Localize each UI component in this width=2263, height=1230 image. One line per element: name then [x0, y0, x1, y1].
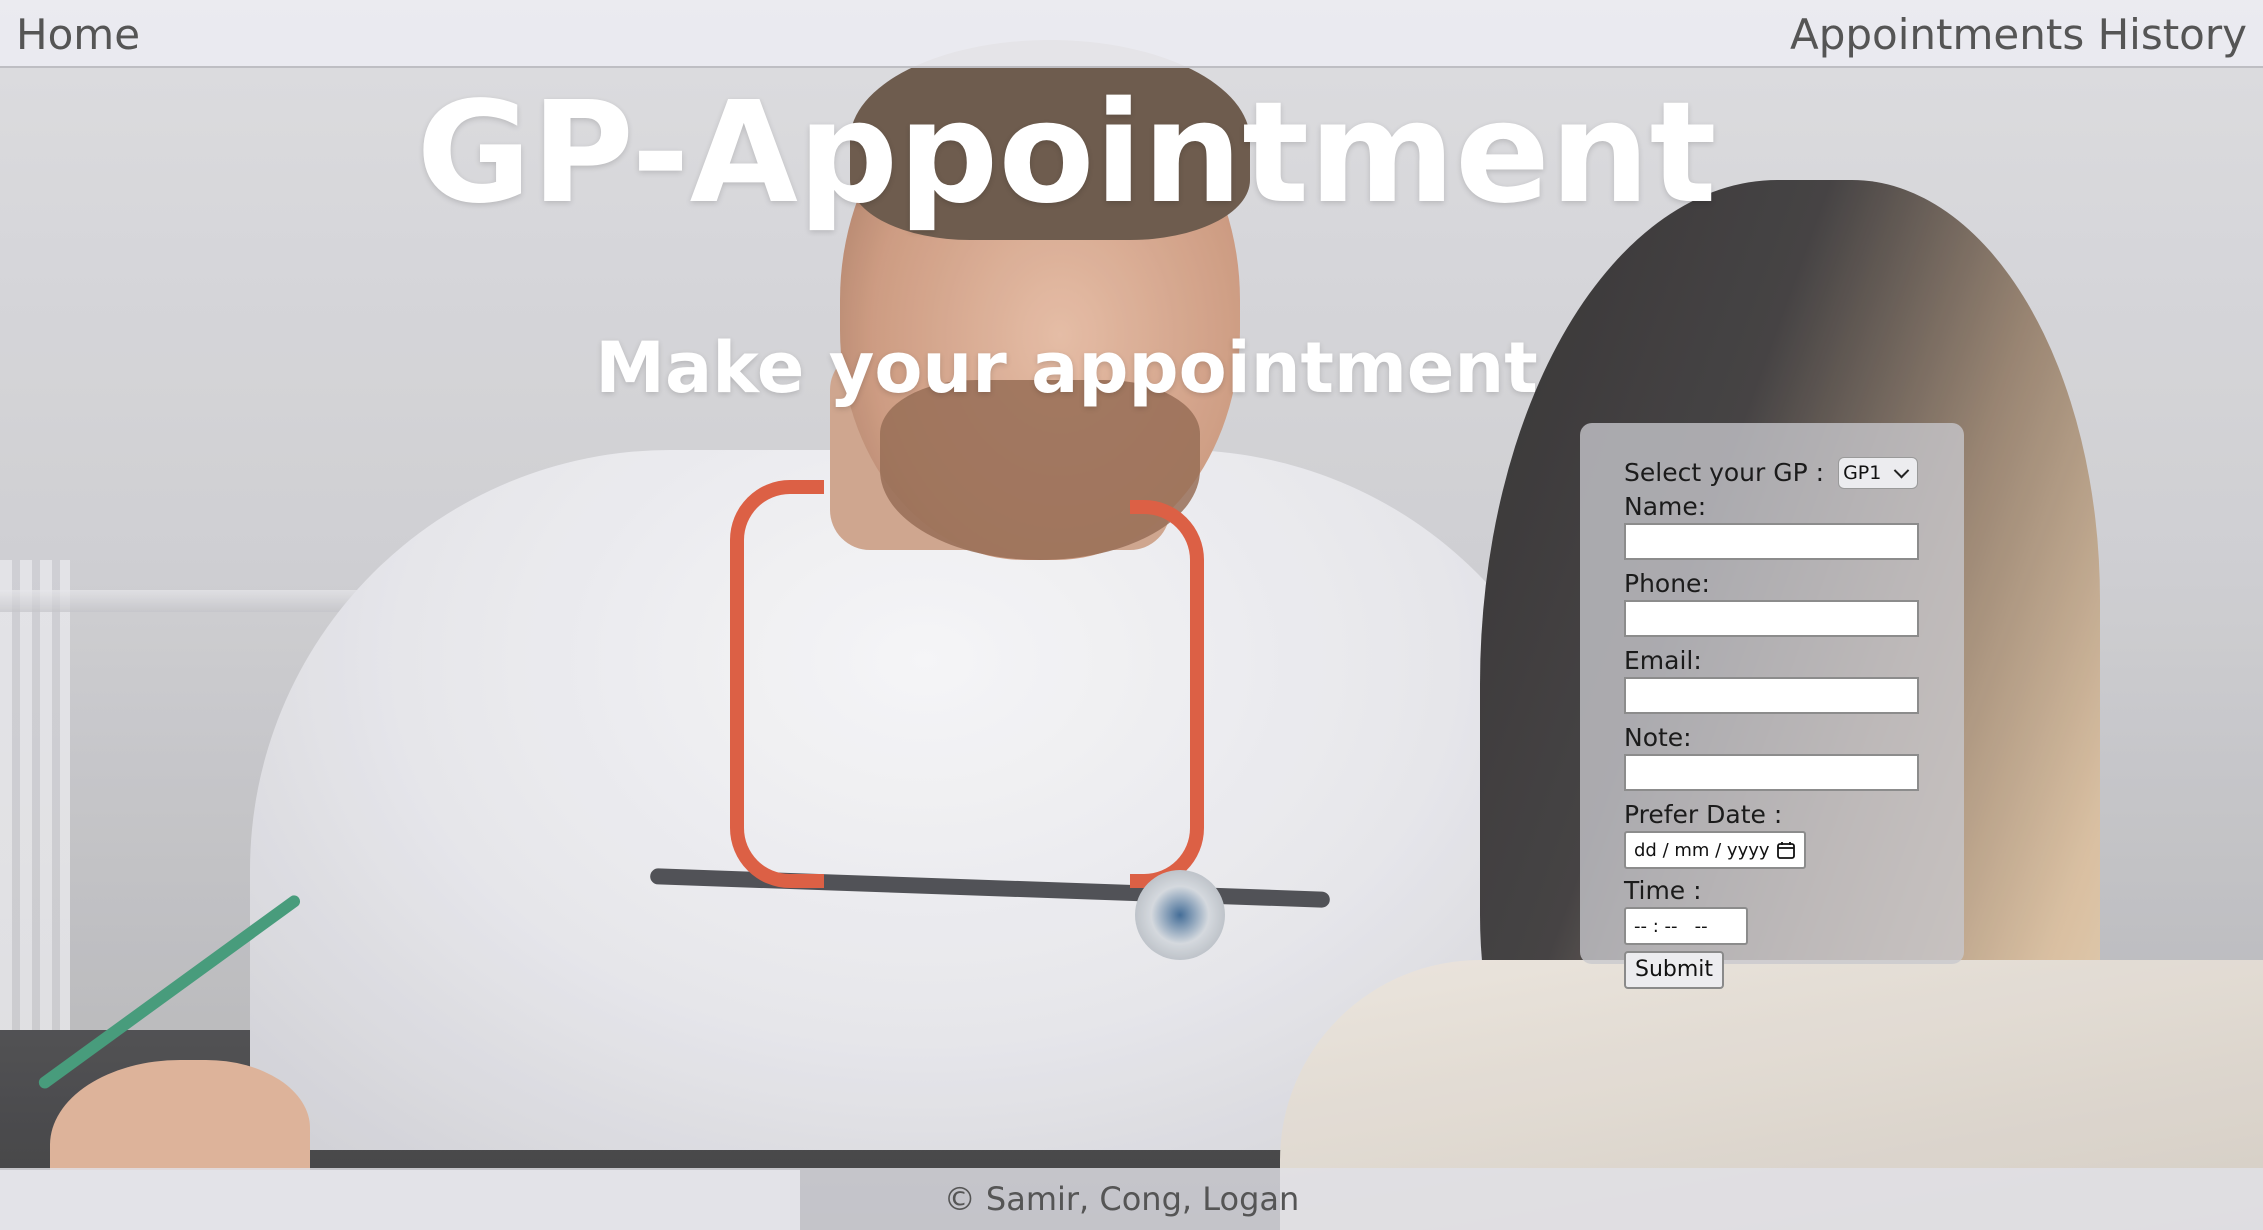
name-label: Name:: [1624, 492, 1707, 521]
gp-select[interactable]: GP1: [1838, 457, 1919, 489]
gp-select-value: GP1: [1843, 462, 1882, 484]
note-label: Note:: [1624, 723, 1692, 752]
page: Home Appointments History GP-Appointment…: [0, 0, 2263, 1230]
date-placeholder: dd / mm / yyyy: [1634, 839, 1770, 861]
prefer-date-input[interactable]: dd / mm / yyyy: [1624, 831, 1806, 869]
nav-appointments-history-link[interactable]: Appointments History: [1790, 14, 2247, 56]
gp-select-label: Select your GP :: [1624, 458, 1825, 487]
footer: © Samir, Cong, Logan: [0, 1168, 2263, 1230]
calendar-icon[interactable]: [1776, 840, 1796, 860]
note-input[interactable]: [1624, 754, 1919, 791]
time-placeholder: -- : -- --: [1634, 915, 1708, 937]
email-input[interactable]: [1624, 677, 1919, 714]
email-label: Email:: [1624, 646, 1702, 675]
submit-button[interactable]: Submit: [1624, 951, 1725, 989]
nav-home-link[interactable]: Home: [16, 14, 140, 56]
page-title: GP-Appointment: [416, 72, 1717, 235]
prefer-date-label: Prefer Date :: [1624, 800, 1783, 829]
phone-input[interactable]: [1624, 600, 1919, 637]
phone-label: Phone:: [1624, 569, 1710, 598]
time-label: Time :: [1624, 876, 1702, 905]
name-input[interactable]: [1624, 523, 1919, 560]
page-subtitle: Make your appointment: [595, 327, 1538, 409]
gp-select-row: Select your GP : GP1: [1624, 455, 1964, 491]
footer-credit: © Samir, Cong, Logan: [943, 1180, 1300, 1218]
chevron-down-icon: [1893, 462, 1910, 478]
appointment-form: Select your GP : GP1 Name: Phone: Email:…: [1580, 423, 1964, 989]
time-input[interactable]: -- : -- --: [1624, 907, 1748, 945]
top-navbar: Home Appointments History: [0, 0, 2263, 68]
